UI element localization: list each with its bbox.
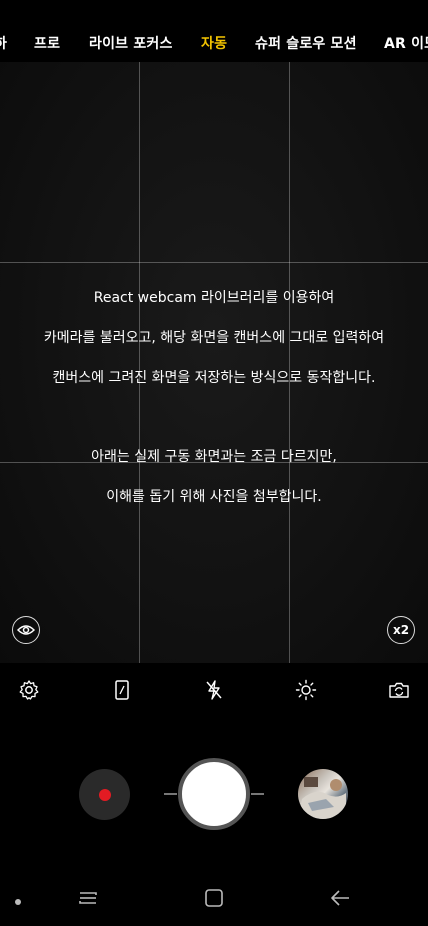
overlay-text-line-5: 이해를 돕기 위해 사진을 첨부합니다. (106, 489, 322, 505)
back-button[interactable] (328, 889, 352, 911)
mode-partial-left[interactable]: 하 (0, 33, 7, 53)
overlay-text-line-1: React webcam 라이브러리를 이용하여 (93, 290, 335, 306)
camera-viewfinder[interactable]: React webcam 라이브러리를 이용하여 카메라를 불러오고, 해당 화… (0, 62, 428, 663)
eye-toggle-button[interactable] (12, 616, 40, 644)
mode-super-slow-motion[interactable]: 슈퍼 슬로우 모션 (255, 33, 357, 53)
shutter-dash-right (251, 793, 264, 795)
aspect-ratio-button[interactable] (110, 680, 134, 704)
mode-pro[interactable]: 프로 (34, 33, 60, 53)
camera-mode-bar: 하 프로 라이브 포커스 자동 슈퍼 슬로우 모션 AR 이모 (0, 0, 428, 62)
eye-icon (16, 621, 36, 640)
shutter-dash-left (164, 793, 177, 795)
grid-line-vertical-1 (139, 62, 140, 663)
flash-off-icon (204, 679, 224, 705)
capture-controls (0, 721, 428, 871)
recent-apps-icon (77, 889, 99, 911)
home-button[interactable] (202, 889, 226, 911)
mode-auto[interactable]: 자동 (201, 33, 227, 53)
settings-button[interactable] (17, 680, 41, 704)
filter-effect-icon (295, 679, 317, 705)
zoom-button[interactable]: x2 (387, 616, 415, 644)
grid-line-horizontal-1 (0, 262, 428, 263)
mode-ar-emoji[interactable]: AR 이모 (384, 33, 428, 53)
aspect-ratio-icon (114, 679, 130, 705)
gear-icon (18, 679, 40, 705)
camera-settings-row (0, 663, 428, 721)
switch-camera-icon (387, 679, 411, 705)
overlay-text-line-4: 아래는 실제 구동 화면과는 조금 다르지만, (91, 449, 337, 465)
record-video-button[interactable] (79, 769, 130, 820)
nav-dot-button[interactable] (6, 889, 30, 911)
mode-live-focus[interactable]: 라이브 포커스 (89, 33, 173, 53)
nav-dot-icon (14, 891, 22, 910)
filter-button[interactable] (294, 679, 318, 705)
recent-apps-button[interactable] (76, 889, 100, 911)
switch-camera-button[interactable] (387, 680, 411, 704)
home-icon (204, 888, 224, 912)
zoom-label: x2 (392, 623, 410, 637)
shutter-icon (185, 765, 243, 823)
gallery-thumbnail[interactable] (298, 769, 348, 819)
overlay-text-line-2: 카메라를 불러오고, 해당 화면을 캔버스에 그대로 입력하여 (43, 330, 385, 346)
shutter-button[interactable] (178, 758, 250, 830)
flash-button[interactable] (202, 680, 226, 704)
record-dot-icon (98, 788, 111, 801)
back-icon (329, 889, 351, 911)
system-navigation-bar (0, 871, 428, 926)
overlay-text-line-3: 캔버스에 그려진 화면을 저장하는 방식으로 동작합니다. (52, 370, 376, 386)
grid-line-vertical-2 (289, 62, 290, 663)
